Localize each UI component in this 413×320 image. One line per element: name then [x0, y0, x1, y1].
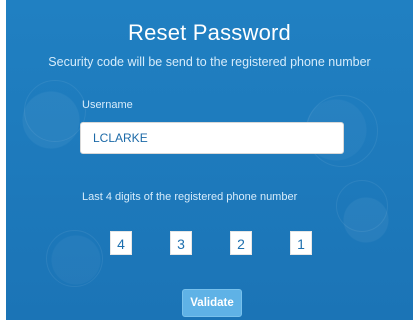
username-label: Username [82, 99, 133, 111]
page-subtitle: Security code will be send to the regist… [48, 55, 371, 69]
reset-password-panel: Reset Password Security code will be sen… [6, 0, 413, 320]
phone-digit-1[interactable]: 4 [110, 231, 132, 255]
phone-digit-4[interactable]: 1 [290, 231, 312, 255]
background-doodle [24, 80, 86, 142]
username-input[interactable] [80, 122, 344, 154]
phone-digit-3[interactable]: 2 [230, 231, 252, 255]
phone-digit-2[interactable]: 3 [170, 231, 192, 255]
background-doodle [46, 230, 103, 287]
validate-button[interactable]: Validate [182, 289, 242, 317]
page-title: Reset Password [128, 20, 291, 45]
background-doodle [336, 180, 388, 232]
phone-digits-label: Last 4 digits of the registered phone nu… [82, 191, 298, 203]
